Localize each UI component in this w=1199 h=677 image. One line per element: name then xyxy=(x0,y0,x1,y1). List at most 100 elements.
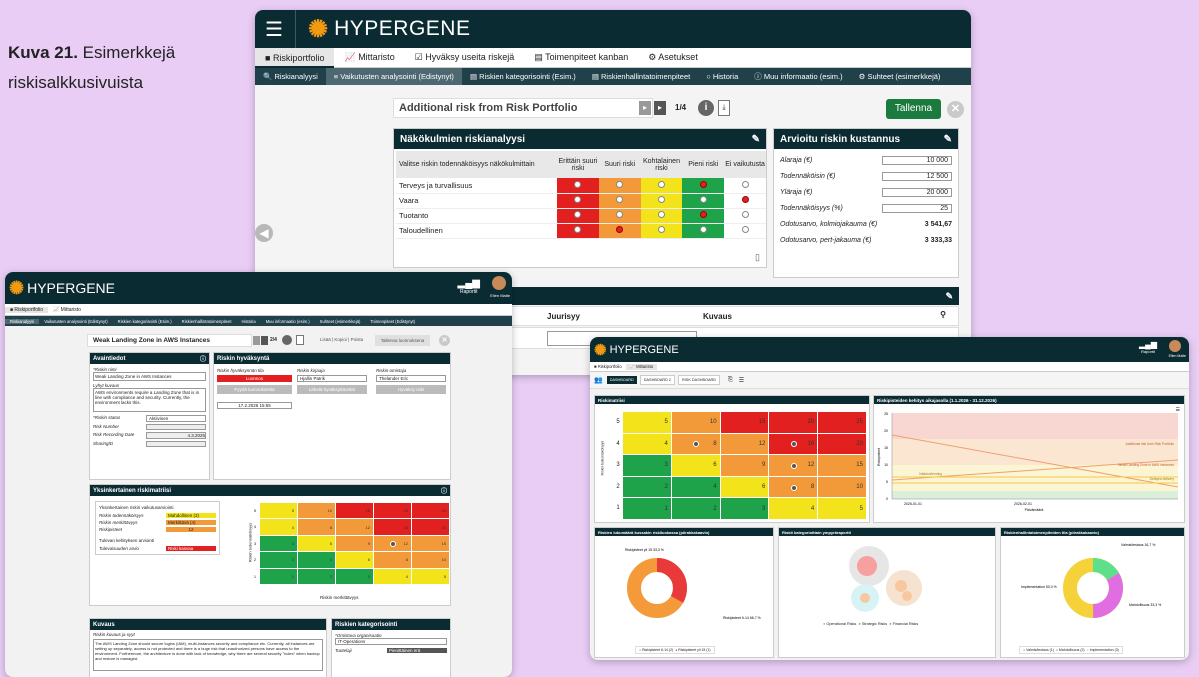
subtab-item[interactable]: Suhteet (esimerkkejä) xyxy=(315,319,366,324)
document-icon[interactable]: ▯ xyxy=(755,252,760,263)
subtab-risk-dashboard[interactable]: RISK DASHBOARD xyxy=(678,375,720,385)
matrix-cell[interactable]: 4 xyxy=(671,476,720,498)
matrix-cell[interactable]: 8 xyxy=(671,433,720,455)
radio-option[interactable] xyxy=(616,196,624,203)
matrix-cell[interactable]: 4 xyxy=(260,519,297,535)
request-button[interactable]: Pyydä luonnoksesta xyxy=(217,385,292,394)
matrix-cell[interactable]: 10 xyxy=(671,412,720,433)
cost-input[interactable]: 25 xyxy=(882,203,952,213)
desc-textarea[interactable]: AWS environments require a Landing Zone … xyxy=(93,388,206,412)
matrix-cell[interactable]: 2 xyxy=(671,498,720,519)
tab-asetukset[interactable]: ⚙ Asetukset xyxy=(638,52,708,63)
matrix-cell[interactable]: 3 xyxy=(260,535,297,552)
subtab-kategorisointi[interactable]: ▤ Riskien kategorisointi (Esim.) xyxy=(462,72,584,81)
matrix-cell[interactable]: 4 xyxy=(374,568,411,584)
radio-option[interactable] xyxy=(699,196,707,203)
status-select[interactable]: Aktiivinen xyxy=(146,415,206,422)
radio-option[interactable] xyxy=(574,180,582,188)
radio-option[interactable] xyxy=(657,196,665,203)
matrix-cell[interactable]: 9 xyxy=(720,455,769,476)
edit-icon[interactable]: ✎ xyxy=(752,134,760,145)
tab-hyvaksy[interactable]: ☑ Hyväksy useita riskejä xyxy=(405,52,525,63)
matrix-cell[interactable]: 5 xyxy=(623,412,671,433)
subtab-historia[interactable]: ○ Historia xyxy=(698,72,746,81)
radio-option[interactable] xyxy=(741,196,749,203)
subtab-vaikutukset[interactable]: ≡ Vaikutusten analysointi (Edistynyt) xyxy=(325,68,462,85)
risk-marker[interactable] xyxy=(790,462,797,469)
reports-icon[interactable]: ▂▄▆ Raportit xyxy=(458,278,480,295)
save-button[interactable]: Tallenna xyxy=(886,99,941,119)
matrix-cell[interactable]: 8 xyxy=(374,552,411,568)
matrix-cell[interactable]: 4 xyxy=(623,433,671,455)
info-icon[interactable] xyxy=(282,335,292,345)
subtab-riskianalyysi[interactable]: 🔍 Riskianalyysi xyxy=(255,72,326,81)
matrix-cell[interactable]: 15 xyxy=(720,412,769,433)
radio-option[interactable] xyxy=(574,226,582,233)
radio-option[interactable] xyxy=(574,211,582,218)
pdf-icon[interactable] xyxy=(296,335,304,345)
radio-option[interactable] xyxy=(699,211,707,218)
matrix-cell[interactable]: 20 xyxy=(818,433,866,455)
search-icon[interactable]: ⚲ xyxy=(940,310,946,319)
subtab-suhteet[interactable]: ⚙ Suhteet (esimerkkejä) xyxy=(851,72,949,81)
radio-option[interactable] xyxy=(699,180,707,188)
matrix-cell[interactable]: 15 xyxy=(412,535,449,552)
matrix-cell[interactable]: 1 xyxy=(260,568,297,584)
close-icon[interactable]: ✕ xyxy=(439,335,450,346)
matrix-cell[interactable]: 9 xyxy=(336,535,373,552)
radio-option[interactable] xyxy=(574,196,582,203)
list-icon[interactable]: ☰ xyxy=(739,377,744,384)
matrix-cell[interactable]: 2 xyxy=(298,568,335,584)
menu-icon[interactable]: ☰ xyxy=(265,17,295,42)
subtab-item[interactable]: Vaikutusten analysointi (Edistynyt) xyxy=(39,319,112,324)
subtab-toimenpiteet[interactable]: ▤ Riskienhallintatoimenpiteet xyxy=(584,72,698,81)
risk-marker[interactable] xyxy=(693,441,700,448)
edit-icon[interactable]: ✎ xyxy=(944,134,952,145)
cost-input[interactable]: 20 000 xyxy=(882,187,952,197)
sharing-input[interactable] xyxy=(146,441,206,447)
matrix-cell[interactable]: 20 xyxy=(412,519,449,535)
menu-icon[interactable]: ☰ xyxy=(1176,407,1180,413)
users-icon[interactable]: 👥 xyxy=(594,376,603,384)
impact-select[interactable]: Merkittävä (4) xyxy=(166,520,216,525)
prob-select[interactable]: Mahdollinen (3) xyxy=(166,513,216,518)
approve-button[interactable]: Hyväksy riski xyxy=(376,385,446,394)
tab-mittaristo[interactable]: 📈 Mittaristo xyxy=(48,307,86,313)
matrix-cell[interactable]: 5 xyxy=(260,503,297,519)
tab-mittaristo[interactable]: 📈 Mittaristo xyxy=(625,363,658,370)
cost-input[interactable]: 12 500 xyxy=(882,171,952,181)
subtab-item[interactable]: Muu informaatio (esim.) xyxy=(261,319,315,324)
subtab-dashboard2[interactable]: DASHBOARD 2 xyxy=(639,375,675,385)
back-arrow-icon[interactable]: ◀ xyxy=(255,224,273,242)
matrix-cell[interactable]: 4 xyxy=(298,552,335,568)
tab-riskiportfolio[interactable]: ■ Riskiportfolio xyxy=(5,306,49,313)
prev-button[interactable] xyxy=(253,336,260,345)
tab-riskiportfolio[interactable]: ■ Riskiportfolio xyxy=(590,364,626,369)
risk-marker[interactable] xyxy=(390,540,396,547)
matrix-cell[interactable]: 5 xyxy=(412,568,449,584)
matrix-cell[interactable]: 12 xyxy=(336,519,373,535)
matrix-cell[interactable]: 10 xyxy=(412,552,449,568)
matrix-cell[interactable]: 2 xyxy=(623,476,671,498)
radio-option[interactable] xyxy=(657,226,665,233)
radio-option[interactable] xyxy=(741,180,749,188)
next-button[interactable] xyxy=(261,336,268,345)
action-links[interactable]: Lisää | Kopioi | Poista xyxy=(320,337,363,342)
matrix-cell[interactable]: 6 xyxy=(298,535,335,552)
tuote-select[interactable]: Pienittäinen erä xyxy=(387,648,447,653)
next-button[interactable]: ▸ xyxy=(654,101,666,115)
radio-option[interactable] xyxy=(657,211,665,218)
close-icon[interactable]: ✕ xyxy=(947,101,964,118)
tab-kanban[interactable]: ▤ Toimenpiteet kanban xyxy=(524,52,638,63)
matrix-cell[interactable]: 1 xyxy=(623,498,671,519)
subtab-dashboard[interactable]: DASHBOARD xyxy=(606,376,637,384)
info-icon[interactable]: ⓘ xyxy=(441,486,447,495)
prev-button[interactable]: ▸ xyxy=(639,101,651,115)
info-icon[interactable]: i xyxy=(698,100,714,116)
subtab-muu[interactable]: ⓘ Muu informaatio (esim.) xyxy=(746,71,850,82)
tab-riskiportfolio[interactable]: ■ Riskiportfolio xyxy=(255,47,335,68)
subtab-item[interactable]: Riskien kategorisointi (Esim.) xyxy=(113,319,177,324)
matrix-cell[interactable]: 3 xyxy=(623,455,671,476)
avatar[interactable] xyxy=(492,276,506,290)
info-icon[interactable]: ⓘ xyxy=(200,354,206,363)
